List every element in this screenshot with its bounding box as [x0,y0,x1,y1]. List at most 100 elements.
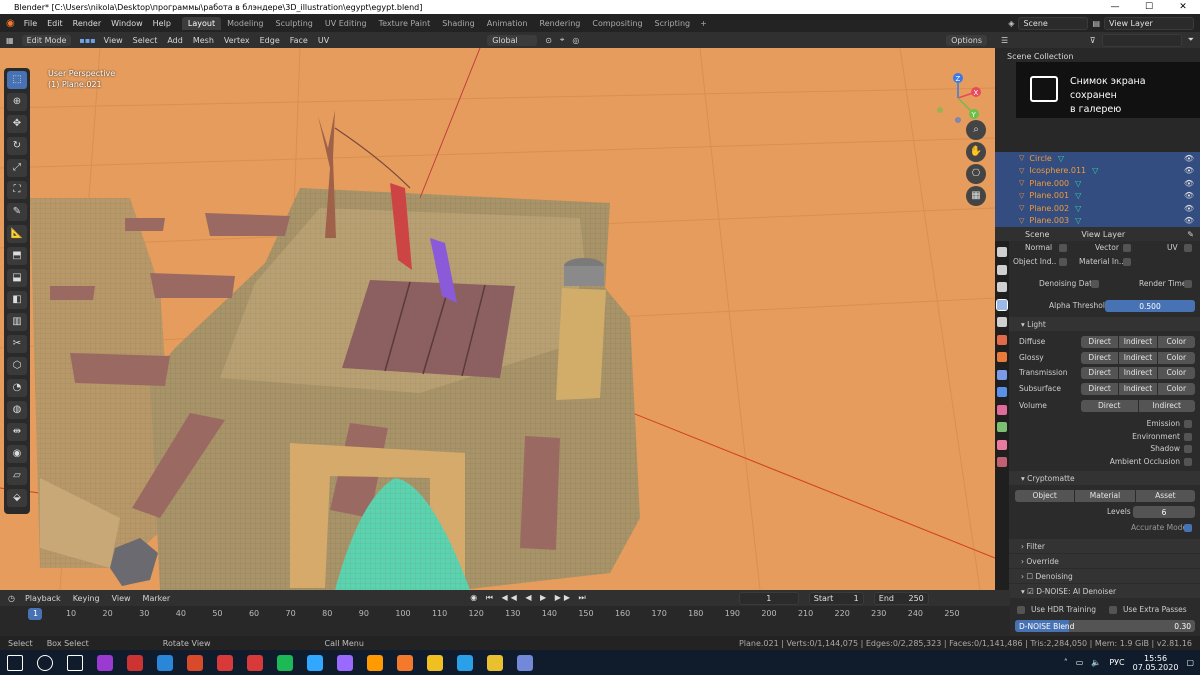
premiere-icon[interactable] [337,654,353,671]
outliner-search-input[interactable] [1101,33,1182,47]
volume-indirect-button[interactable]: Indirect [1139,400,1196,412]
light-pass-option-button[interactable]: Color [1158,367,1195,379]
menu-file[interactable]: File [19,19,42,28]
outliner-item[interactable]: ▽ Icosphere.011 ▽ 👁 [995,164,1200,177]
render-icon[interactable] [997,264,1007,275]
grid-view-icon[interactable]: ▦ [966,186,986,206]
header-menu-select[interactable]: Select [133,36,158,45]
orientation-dropdown[interactable]: Global [487,34,538,46]
constraints-icon[interactable] [997,422,1007,432]
3d-viewport[interactable]: User Perspective (1) Plane.021 ⬚ ⊕ ✥ ↻ ⤢ ⛶ ✎ 📐 ⬒… [0,48,995,590]
outliner-editor-icon[interactable]: ☰ [1001,36,1008,45]
chrome-icon[interactable] [487,654,503,671]
outliner-item[interactable]: ▽ Circle ▽ 👁 [995,152,1200,165]
tab-modeling[interactable]: Modeling [221,17,269,30]
view-layer-field[interactable]: View Layer [1104,16,1194,30]
scale-icon[interactable]: ⤢ [7,159,27,177]
particles-icon[interactable] [997,387,1007,397]
illustrator-icon[interactable] [367,654,383,671]
light-pass-option-button[interactable]: Color [1158,336,1195,348]
override-section-header[interactable]: › Override [1009,554,1200,568]
modifier-icon[interactable] [997,369,1007,380]
funnel-icon[interactable]: ⏷ [1188,35,1194,45]
edge-slide-icon[interactable]: ⇹ [7,423,27,441]
inset-icon[interactable]: ⬓ [7,269,27,287]
rip-icon[interactable]: ⬙ [7,489,27,507]
pass-normal-checkbox[interactable] [1059,244,1067,252]
spin-icon[interactable]: ◔ [7,379,27,397]
timeline-editor-icon[interactable]: ◷ [8,594,15,603]
move-icon[interactable]: ✥ [7,115,27,133]
tab-layout[interactable]: Layout [181,16,222,30]
header-menu-uv[interactable]: UV [318,36,329,45]
light-pass-option-button[interactable]: Indirect [1119,336,1158,348]
playback-controls[interactable]: ◉ ⏮ ◀◀ ◀ ▶ ▶▶ ⏭ [470,593,589,603]
end-frame-field[interactable]: End 250 [873,591,929,605]
mathcad-icon[interactable] [427,654,443,671]
close-button[interactable]: ✕ [1166,2,1200,12]
outliner-item[interactable]: ▽ Plane.003 ▽ 👁 [995,214,1200,227]
timeline-menu-keying[interactable]: Keying [73,594,100,603]
language-indicator[interactable]: РУС [1109,658,1124,667]
light-pass-option-button[interactable]: Direct [1081,336,1120,348]
menu-window[interactable]: Window [106,19,148,28]
measure-icon[interactable]: 📐 [7,225,27,243]
blender-icon[interactable] [397,654,413,671]
crypto-material-button[interactable]: Material [1075,490,1136,502]
select-mode-icons[interactable]: ▪▪▪ [79,36,95,45]
eye-icon[interactable]: 👁 [1184,191,1194,200]
denoising-section-header[interactable]: › ☐ Denoising [1009,569,1200,583]
menu-help[interactable]: Help [148,19,176,28]
use-hdr-checkbox[interactable] [1017,606,1025,614]
light-pass-option-button[interactable]: Indirect [1119,351,1158,364]
app-red-icon[interactable] [217,654,233,671]
filter-icon[interactable]: ⊽ [1090,36,1096,45]
clock[interactable]: 15:56 07.05.2020 [1133,654,1179,672]
world-icon[interactable] [997,334,1007,345]
app-red2-icon[interactable] [247,654,263,671]
tab-sculpting[interactable]: Sculpting [270,17,319,30]
filter-section-header[interactable]: › Filter [1009,539,1200,553]
timeline-menu-view[interactable]: View [112,594,131,603]
edge-icon[interactable] [157,654,173,671]
light-pass-option-button[interactable]: Direct [1081,382,1120,395]
cursor-icon[interactable]: ⊕ [7,93,27,111]
spotify-icon[interactable] [277,654,293,671]
task-view-icon[interactable] [67,654,83,671]
poly-build-icon[interactable]: ⬡ [7,357,27,375]
transform-icon[interactable]: ⛶ [7,181,27,199]
light-pass-option-button[interactable]: Direct [1081,351,1120,364]
zoom-icon[interactable]: ⌕ [966,120,986,140]
pass-material-index-checkbox[interactable] [1123,258,1131,266]
tab-animation[interactable]: Animation [481,17,534,30]
light-section-header[interactable]: ▾ Light [1009,317,1200,331]
crypto-asset-button[interactable]: Asset [1136,490,1195,502]
outliner-item[interactable]: ▽ Plane.001 ▽ 👁 [995,189,1200,202]
tab-uv-editing[interactable]: UV Editing [319,17,373,30]
extrude-icon[interactable]: ⬒ [7,247,27,265]
knife-icon[interactable]: ✂ [7,335,27,353]
options-dropdown[interactable]: Options [946,34,987,46]
current-frame-field[interactable]: 1 [738,591,799,605]
proportional-icon[interactable]: ◎ [572,36,579,45]
office-icon[interactable] [187,654,203,671]
output-icon[interactable] [997,282,1007,292]
menu-render[interactable]: Render [68,19,106,28]
add-workspace-button[interactable]: + [696,19,711,28]
light-pass-options[interactable]: Direct Indirect Color [1081,382,1195,395]
pass-object-index-checkbox[interactable] [1059,258,1067,266]
scene-field[interactable]: Scene [1018,16,1089,30]
physics-icon[interactable] [997,404,1007,415]
light-pass-options[interactable]: Direct Indirect Color [1081,351,1195,364]
light-pass-option-button[interactable]: Indirect [1119,367,1158,379]
select-box-icon[interactable]: ⬚ [7,71,27,89]
search-icon[interactable] [37,654,53,671]
material-icon[interactable] [997,457,1007,467]
photoshop-icon[interactable] [307,654,323,671]
editor-type-icon[interactable]: ▦ [6,36,14,45]
snap-icon[interactable]: ⌖ [560,35,565,45]
crypto-object-button[interactable]: Object [1015,490,1076,502]
windows-start-icon[interactable] [7,654,23,671]
light-pass-option-button[interactable]: Color [1158,352,1195,364]
eye-icon[interactable]: 👁 [1184,154,1194,163]
